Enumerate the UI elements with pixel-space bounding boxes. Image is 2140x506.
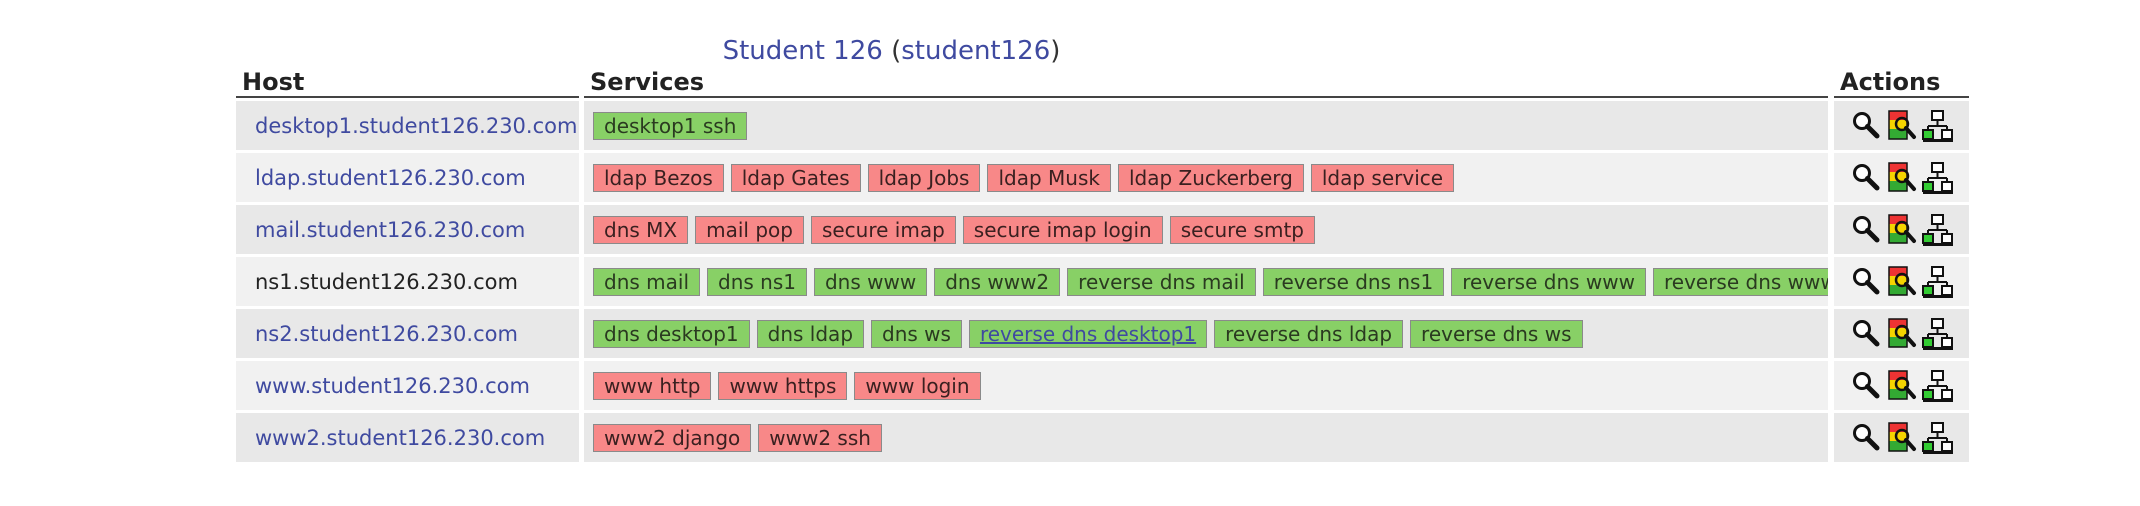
- student-name-link[interactable]: Student 126: [723, 36, 883, 66]
- magnifier-icon[interactable]: [1850, 109, 1882, 143]
- actions-cell: [1834, 413, 1969, 462]
- services-cell: dns MX mail pop secure imap secure imap log…: [584, 205, 1828, 254]
- services-cell: dns mail dns ns1 dns www dns www2 reverse dn…: [584, 257, 1828, 306]
- service-badge[interactable]: ldap Bezos: [593, 163, 724, 192]
- service-badge[interactable]: secure imap login: [962, 215, 1163, 244]
- network-map-icon[interactable]: [1922, 213, 1954, 247]
- services-cell: dns desktop1 dns ldap dns ws reverse dns de…: [584, 309, 1828, 358]
- services-cell: www2 django www2 ssh: [584, 413, 1828, 462]
- magnifier-icon[interactable]: [1850, 161, 1882, 195]
- actions-column-header: Actions: [1834, 66, 1969, 98]
- network-map-icon[interactable]: [1922, 265, 1954, 299]
- service-badge[interactable]: ldap Zuckerberg: [1117, 163, 1304, 192]
- table-row: www2.student126.230.com www2 django www2 s…: [236, 413, 1969, 462]
- service-badge[interactable]: reverse dns ws: [1410, 319, 1583, 348]
- magnifier-icon[interactable]: [1850, 265, 1882, 299]
- services-cell: www http www https www login: [584, 361, 1828, 410]
- table-row: mail.student126.230.com dns MX mail pop sec…: [236, 205, 1969, 254]
- table-body: desktop1.student126.230.com desktop1 ssh l…: [236, 101, 1969, 462]
- host-link[interactable]: desktop1.student126.230.com: [236, 101, 579, 150]
- services-cell: ldap Bezos ldap Gates ldap Jobs ldap Musk ld…: [584, 153, 1828, 202]
- service-badge[interactable]: reverse dns ldap: [1214, 319, 1404, 348]
- service-badge[interactable]: dns ldap: [756, 319, 865, 348]
- actions-cell: [1834, 153, 1969, 202]
- network-map-icon[interactable]: [1922, 421, 1954, 455]
- status-detail-icon[interactable]: [1886, 109, 1918, 143]
- title-open-paren: (: [882, 36, 902, 66]
- table-row: ldap.student126.230.com ldap Bezos ldap Ga…: [236, 153, 1969, 202]
- service-badge[interactable]: www https: [718, 371, 848, 400]
- service-badge[interactable]: dns desktop1: [593, 319, 750, 348]
- service-badge[interactable]: dns ws: [871, 319, 962, 348]
- service-badge[interactable]: dns www: [813, 267, 928, 296]
- service-badge[interactable]: dns MX: [593, 215, 689, 244]
- magnifier-icon[interactable]: [1850, 421, 1882, 455]
- host-link[interactable]: ns1.student126.230.com: [236, 257, 579, 306]
- title-close-paren: ): [1050, 36, 1061, 66]
- table-row: desktop1.student126.230.com desktop1 ssh: [236, 101, 1969, 150]
- service-badge[interactable]: www2 django: [593, 423, 752, 452]
- service-badge[interactable]: dns mail: [593, 267, 700, 296]
- actions-cell: [1834, 361, 1969, 410]
- magnifier-icon[interactable]: [1850, 317, 1882, 351]
- service-badge[interactable]: ldap Musk: [987, 163, 1111, 192]
- service-badge[interactable]: ldap service: [1310, 163, 1455, 192]
- service-badge[interactable]: secure smtp: [1169, 215, 1315, 244]
- actions-cell: [1834, 101, 1969, 150]
- table-row: ns1.student126.230.com dns mail dns ns1 dns…: [236, 257, 1969, 306]
- actions-cell: [1834, 257, 1969, 306]
- host-link[interactable]: ldap.student126.230.com: [236, 153, 579, 202]
- service-badge[interactable]: www http: [593, 371, 712, 400]
- status-detail-icon[interactable]: [1886, 161, 1918, 195]
- services-cell: desktop1 ssh: [584, 101, 1828, 150]
- service-badge[interactable]: reverse dns desktop1: [968, 319, 1208, 348]
- magnifier-icon[interactable]: [1850, 213, 1882, 247]
- status-detail-icon[interactable]: [1886, 213, 1918, 247]
- status-detail-icon[interactable]: [1886, 421, 1918, 455]
- service-badge[interactable]: secure imap: [810, 215, 956, 244]
- student-username-link[interactable]: student126: [901, 36, 1050, 66]
- table-row: ns2.student126.230.com dns desktop1 dns ld…: [236, 309, 1969, 358]
- service-badge[interactable]: reverse dns ns1: [1262, 267, 1445, 296]
- host-link[interactable]: www.student126.230.com: [236, 361, 579, 410]
- table-header: Host Services Actions: [236, 66, 1969, 98]
- service-badge[interactable]: dns ns1: [707, 267, 807, 296]
- service-badge[interactable]: reverse dns www2: [1652, 267, 1828, 296]
- actions-cell: [1834, 309, 1969, 358]
- service-badge[interactable]: reverse dns www: [1451, 267, 1646, 296]
- network-map-icon[interactable]: [1922, 317, 1954, 351]
- service-badge[interactable]: dns www2: [934, 267, 1061, 296]
- service-badge[interactable]: ldap Gates: [730, 163, 861, 192]
- host-column-header: Host: [236, 66, 579, 98]
- service-badge[interactable]: www login: [854, 371, 981, 400]
- page-title: Student 126 (student126): [0, 36, 1783, 66]
- host-services-table: Host Services Actions desktop1.student12…: [236, 66, 1969, 465]
- host-link[interactable]: mail.student126.230.com: [236, 205, 579, 254]
- status-detail-icon[interactable]: [1886, 317, 1918, 351]
- magnifier-icon[interactable]: [1850, 369, 1882, 403]
- service-badge[interactable]: mail pop: [695, 215, 804, 244]
- status-detail-icon[interactable]: [1886, 265, 1918, 299]
- status-detail-icon[interactable]: [1886, 369, 1918, 403]
- network-map-icon[interactable]: [1922, 161, 1954, 195]
- network-map-icon[interactable]: [1922, 109, 1954, 143]
- service-badge[interactable]: www2 ssh: [758, 423, 882, 452]
- table-row: www.student126.230.com www http www https w…: [236, 361, 1969, 410]
- services-column-header: Services: [584, 66, 1828, 98]
- service-badge[interactable]: reverse dns mail: [1067, 267, 1256, 296]
- host-link[interactable]: www2.student126.230.com: [236, 413, 579, 462]
- network-map-icon[interactable]: [1922, 369, 1954, 403]
- service-badge[interactable]: ldap Jobs: [867, 163, 981, 192]
- service-badge[interactable]: desktop1 ssh: [593, 111, 748, 140]
- actions-cell: [1834, 205, 1969, 254]
- host-link[interactable]: ns2.student126.230.com: [236, 309, 579, 358]
